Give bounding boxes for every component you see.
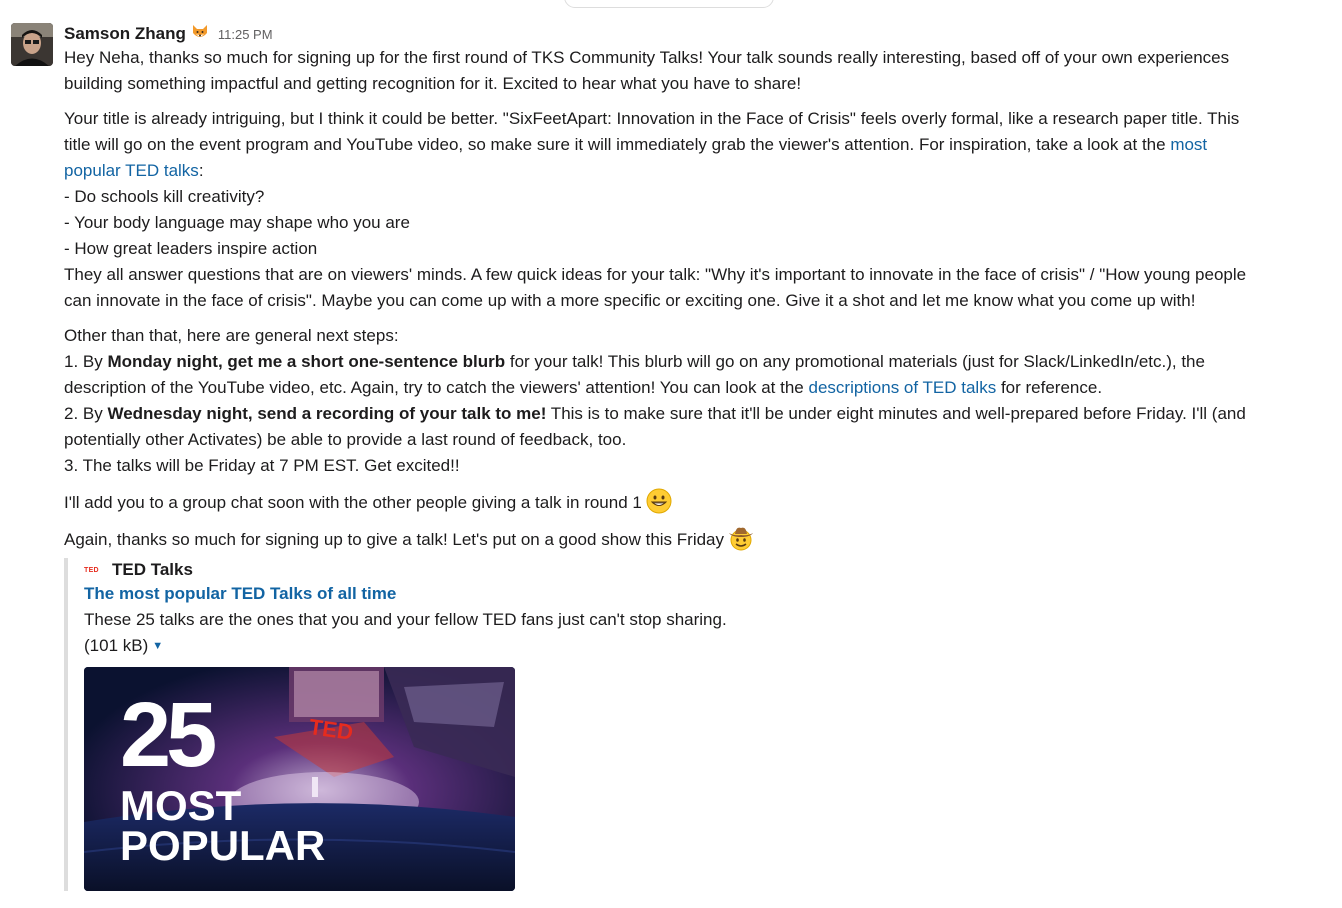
author-name[interactable]: Samson Zhang [64,24,186,44]
message-body: Hey Neha, thanks so much for signing up … [64,45,1326,553]
thumbnail-text: MOST [120,782,242,829]
text: I'll add you to a group chat soon with t… [64,493,642,512]
text: for reference. [996,378,1103,397]
message-line: popular TED talks: [64,158,1326,184]
ted-descriptions-link[interactable]: descriptions of TED talks [809,378,997,397]
ted-logo-icon: TED [84,566,99,574]
message-line: They all answer questions that are on vi… [64,262,1326,288]
text: title will go on the event program and Y… [64,135,1171,154]
text: Other than that, here are general next s… [64,326,399,345]
bullet-item: - Do schools kill creativity? [64,184,1326,210]
text: - Your body language may shape who you a… [64,213,410,232]
message-line: title will go on the event program and Y… [64,132,1326,158]
caret-down-icon: ▼ [152,640,164,652]
message-line: Other than that, here are general next s… [64,323,1326,349]
message-line: building something impactful and getting… [64,71,1326,97]
popular-ted-talks-link[interactable]: most [1170,135,1207,154]
step-item: 1. By Monday night, get me a short one-s… [64,349,1326,375]
attachment-title-link[interactable]: The most popular TED Talks of all time [84,584,396,604]
thumbnail-text: POPULAR [120,822,326,869]
message-line: Your title is already intriguing, but I … [64,106,1326,132]
avatar[interactable] [11,23,53,66]
text: 2. By [64,404,108,423]
message-line: Hey Neha, thanks so much for signing up … [64,45,1326,71]
bullet-item: - How great leaders inspire action [64,236,1326,262]
step-item: 2. By Wednesday night, send a recording … [64,401,1326,427]
message-header: Samson Zhang 11:25 PM [64,21,273,45]
date-divider-pill[interactable] [564,0,774,8]
step-item: potentially other Activates) be able to … [64,427,1326,453]
text: description of the YouTube video, etc. A… [64,378,809,397]
text: for your talk! This blurb will go on any… [505,352,1205,371]
attachment-service-name: TED Talks [112,560,193,579]
text: can innovate in the face of crisis". May… [64,291,1196,310]
message-line: I'll add you to a group chat soon with t… [64,488,1326,516]
attachment-service: TED TED Talks [84,559,193,581]
link-unfurl-attachment: TED TED Talks The most popular TED Talks… [64,558,768,891]
text: 1. By [64,352,108,371]
text: This is to make sure that it'll be under… [546,404,1246,423]
text: - How great leaders inspire action [64,239,318,258]
text: : [198,161,204,180]
thumbnail-text: 25 [120,684,217,786]
attachment-description: These 25 talks are the ones that you and… [84,610,727,629]
attachment-size-toggle[interactable]: (101 kB) ▼ [84,636,163,656]
message-timestamp[interactable]: 11:25 PM [218,27,273,42]
popular-ted-talks-link[interactable]: popular TED talks [64,161,199,180]
bullet-item: - Your body language may shape who you a… [64,210,1326,236]
cowboy-face-icon[interactable] [728,525,754,551]
text: They all answer questions that are on vi… [64,265,1247,284]
text: Your title is already intriguing, but I … [64,109,1240,128]
text: building something impactful and getting… [64,74,802,93]
bold-text: Monday night, get me a short one-sentenc… [107,352,506,371]
message-line: Again, thanks so much for signing up to … [64,525,1326,553]
message-line: can innovate in the face of crisis". May… [64,288,1326,314]
step-item: 3. The talks will be Friday at 7 PM EST.… [64,453,1326,479]
attachment-size: (101 kB) [84,636,149,655]
text: Again, thanks so much for signing up to … [64,530,725,549]
text: Hey Neha, thanks so much for signing up … [64,48,1230,67]
text: - Do schools kill creativity? [64,187,265,206]
attachment-thumbnail[interactable]: TED 25 MOST POPULAR [84,667,515,891]
step-item: description of the YouTube video, etc. A… [64,375,1326,401]
grinning-face-icon[interactable] [646,488,672,514]
text: potentially other Activates) be able to … [64,430,627,449]
bold-text: Wednesday night, send a recording of you… [107,404,547,423]
fox-face-icon [191,23,209,41]
text: 3. The talks will be Friday at 7 PM EST.… [64,456,460,475]
